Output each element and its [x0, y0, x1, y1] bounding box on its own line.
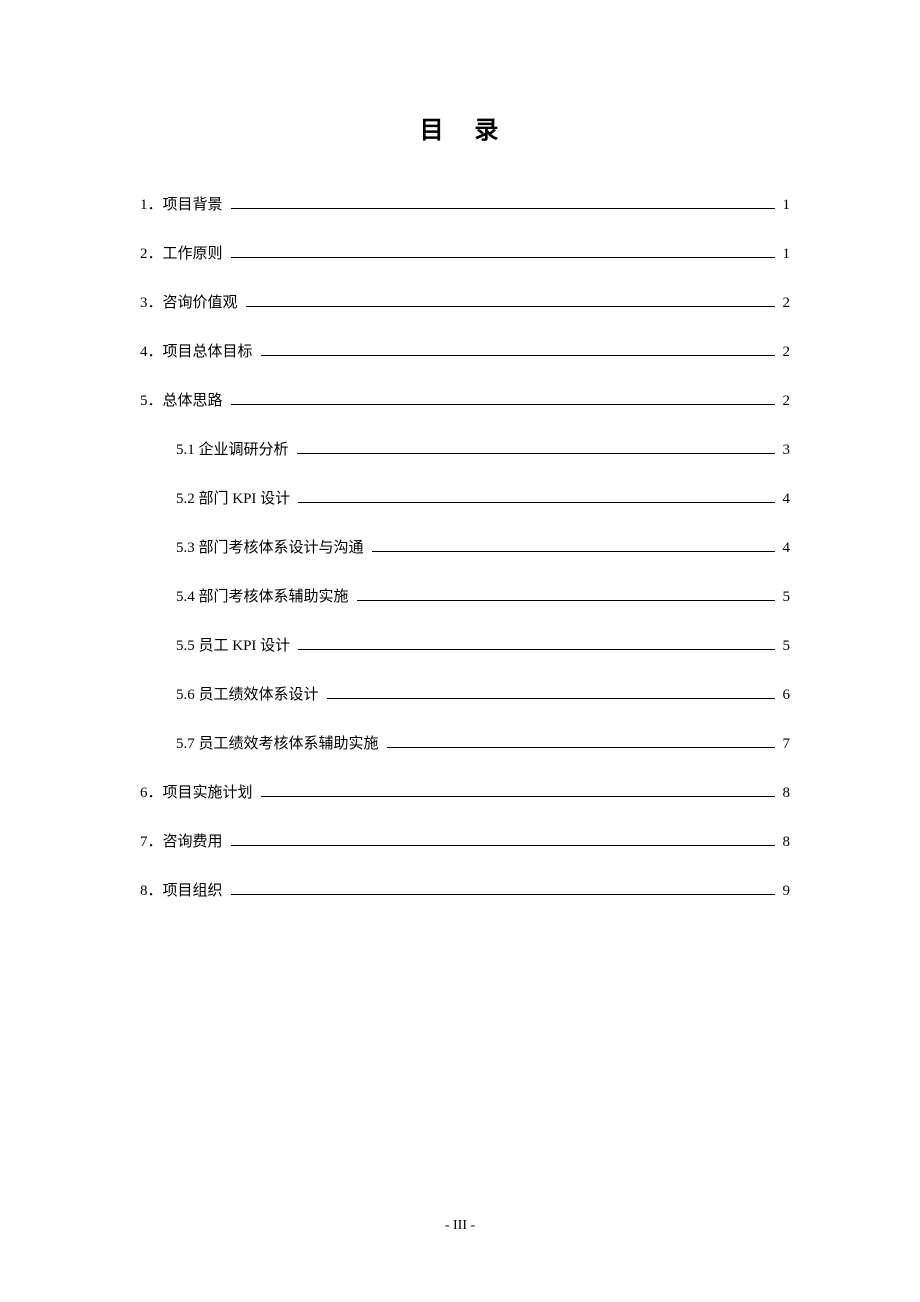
toc-entry: 5.4 部门考核体系辅助实施 5	[140, 585, 790, 606]
toc-label: 5.3 部门考核体系设计与沟通	[176, 536, 368, 557]
toc-entry: 1．项目背景 1	[140, 193, 790, 214]
toc-title: 目 录	[140, 110, 790, 145]
toc-label: 5.6 员工绩效体系设计	[176, 683, 323, 704]
toc-leader	[231, 257, 775, 258]
toc-leader	[261, 796, 775, 797]
toc-leader	[372, 551, 775, 552]
toc-leader	[387, 747, 775, 748]
toc-entry: 8．项目组织 9	[140, 879, 790, 900]
toc-entry: 5.6 员工绩效体系设计 6	[140, 683, 790, 704]
toc-entry: 7．咨询费用 8	[140, 830, 790, 851]
toc-page-number: 8	[779, 785, 791, 802]
document-page: 目 录 1．项目背景 1 2．工作原则 1 3．咨询价值观 2 4．项目总体目标…	[0, 0, 920, 900]
toc-leader	[297, 453, 775, 454]
toc-leader	[246, 306, 775, 307]
toc-entry: 5.2 部门 KPI 设计 4	[140, 487, 790, 508]
toc-label: 5.1 企业调研分析	[176, 438, 293, 459]
toc-leader	[298, 649, 774, 650]
toc-entry: 5.3 部门考核体系设计与沟通 4	[140, 536, 790, 557]
toc-label: 7．咨询费用	[140, 830, 227, 851]
toc-page-number: 4	[779, 540, 791, 557]
toc-leader	[357, 600, 775, 601]
toc-page-number: 9	[779, 883, 791, 900]
toc-entry: 6．项目实施计划 8	[140, 781, 790, 802]
toc-page-number: 2	[779, 393, 791, 410]
toc-label: 5.2 部门 KPI 设计	[176, 487, 294, 508]
toc-leader	[231, 404, 775, 405]
toc-leader	[231, 894, 775, 895]
toc-page-number: 2	[779, 344, 791, 361]
toc-page-number: 5	[779, 589, 791, 606]
toc-page-number: 5	[779, 638, 791, 655]
toc-entry: 4．项目总体目标 2	[140, 340, 790, 361]
toc-entry: 3．咨询价值观 2	[140, 291, 790, 312]
toc-page-number: 3	[779, 442, 791, 459]
toc-entry: 5.7 员工绩效考核体系辅助实施 7	[140, 732, 790, 753]
toc-leader	[327, 698, 775, 699]
toc-page-number: 6	[779, 687, 791, 704]
toc-page-number: 8	[779, 834, 791, 851]
toc-page-number: 1	[779, 246, 791, 263]
toc-entry: 2．工作原则 1	[140, 242, 790, 263]
toc-page-number: 7	[779, 736, 791, 753]
toc-entry: 5.5 员工 KPI 设计 5	[140, 634, 790, 655]
toc-label: 8．项目组织	[140, 879, 227, 900]
page-number-footer: - III -	[0, 1218, 920, 1234]
toc-label: 5.7 员工绩效考核体系辅助实施	[176, 732, 383, 753]
table-of-contents: 1．项目背景 1 2．工作原则 1 3．咨询价值观 2 4．项目总体目标 2 5…	[140, 193, 790, 900]
toc-label: 6．项目实施计划	[140, 781, 257, 802]
toc-leader	[298, 502, 774, 503]
toc-label: 5．总体思路	[140, 389, 227, 410]
toc-label: 3．咨询价值观	[140, 291, 242, 312]
toc-page-number: 2	[779, 295, 791, 312]
toc-leader	[261, 355, 775, 356]
toc-label: 2．工作原则	[140, 242, 227, 263]
toc-label: 4．项目总体目标	[140, 340, 257, 361]
toc-page-number: 4	[779, 491, 791, 508]
toc-page-number: 1	[779, 197, 791, 214]
toc-entry: 5.1 企业调研分析 3	[140, 438, 790, 459]
toc-label: 5.5 员工 KPI 设计	[176, 634, 294, 655]
toc-entry: 5．总体思路 2	[140, 389, 790, 410]
toc-leader	[231, 208, 775, 209]
toc-label: 5.4 部门考核体系辅助实施	[176, 585, 353, 606]
toc-label: 1．项目背景	[140, 193, 227, 214]
toc-leader	[231, 845, 775, 846]
